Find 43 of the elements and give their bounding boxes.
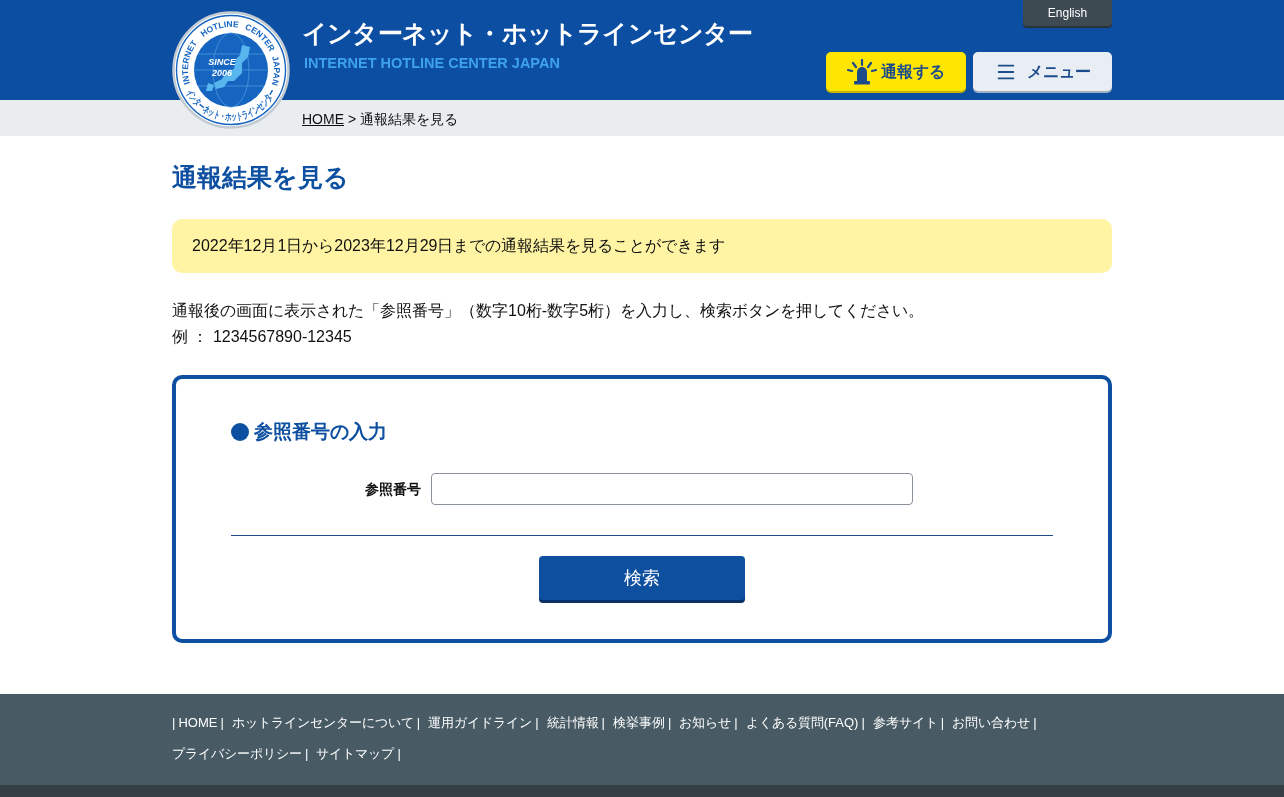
- link-separator: |: [172, 714, 176, 732]
- notice-text: 2022年12月1日から2023年12月29日までの通報結果を見ることができます: [192, 236, 726, 256]
- footer-link[interactable]: 統計情報: [546, 707, 599, 738]
- report-button[interactable]: 通報する: [826, 52, 966, 91]
- link-separator: |: [734, 714, 738, 732]
- instruction-text: 例 ： 1234567890-12345: [172, 327, 353, 347]
- bullet-icon: [231, 423, 249, 441]
- link-separator: |: [220, 714, 224, 732]
- reference-number-input[interactable]: [431, 473, 913, 505]
- language-link[interactable]: English: [1023, 0, 1112, 26]
- footer-link[interactable]: よくある質問(FAQ): [745, 707, 859, 738]
- field-label: 参照番号: [365, 479, 421, 499]
- logo-since-text: SINCE: [208, 57, 236, 67]
- breadcrumb-link[interactable]: HOME: [302, 108, 344, 130]
- footer-link[interactable]: HOME: [178, 707, 218, 738]
- link-separator: |: [861, 714, 865, 732]
- link-separator: |: [416, 714, 421, 732]
- footer-link[interactable]: お知らせ: [679, 707, 732, 738]
- logo-since-text: 2006: [212, 68, 232, 78]
- search-button[interactable]: 検索: [539, 556, 745, 600]
- footer-link[interactable]: ホットラインセンターについて: [231, 707, 414, 738]
- link-separator: |: [601, 714, 605, 732]
- footer-link[interactable]: 検挙事例: [612, 707, 665, 738]
- link-separator: |: [397, 745, 401, 763]
- breadcrumb-separator: >: [348, 109, 357, 129]
- instruction-text: 通報後の画面に表示された「参照番号」（数字10桁-数字5桁）を入力し、検索ボタンを押してください。: [172, 301, 926, 321]
- link-separator: |: [1033, 714, 1037, 732]
- footer-link[interactable]: サイトマップ: [316, 738, 395, 769]
- footer-link[interactable]: 参考サイト: [872, 707, 938, 738]
- footer-link[interactable]: プライバシーポリシー: [172, 738, 302, 769]
- link-separator: |: [305, 745, 309, 763]
- site-title: インターネット・ホットラインセンター: [302, 18, 753, 49]
- form-heading: 参照番号の入力: [254, 420, 387, 444]
- site-subtitle: INTERNET HOTLINE CENTER JAPAN: [304, 54, 561, 72]
- footer-link[interactable]: お問い合わせ: [952, 707, 1031, 738]
- link-separator: |: [940, 714, 945, 732]
- siren-icon: [847, 58, 877, 85]
- link-separator: |: [535, 714, 539, 732]
- footer-link[interactable]: 運用ガイドライン: [428, 707, 533, 738]
- link-separator: |: [667, 714, 672, 732]
- breadcrumb-current: 通報結果を見る: [360, 109, 459, 129]
- menu-button[interactable]: メニュー: [973, 52, 1112, 91]
- page-title: 通報結果を見る: [172, 162, 350, 193]
